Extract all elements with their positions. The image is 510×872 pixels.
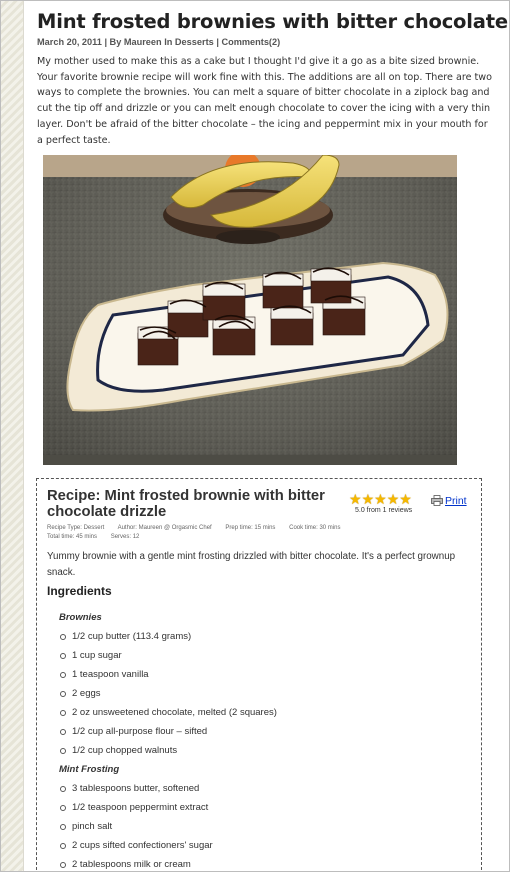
recipe-rating: ★★★★★ Print 5.0 from 1 reviews bbox=[349, 489, 479, 514]
ingredient-item: 1/2 cup all-purpose flour – sifted bbox=[47, 723, 467, 742]
post-title[interactable]: Mint frosted brownies with bitter chocol… bbox=[37, 9, 509, 35]
recipe-type: Recipe Type: Dessert bbox=[47, 525, 105, 531]
ingredient-item: 1/2 cup butter (113.4 grams) bbox=[47, 628, 467, 647]
rating-count: 5.0 from 1 reviews bbox=[355, 507, 413, 514]
post-author: | By Maureen In bbox=[104, 37, 173, 47]
ingredient-group-title: Mint Frosting bbox=[59, 764, 120, 775]
print-link[interactable]: Print bbox=[445, 495, 467, 507]
star-icon: ★ bbox=[386, 492, 400, 508]
category-link[interactable]: Desserts bbox=[175, 37, 214, 47]
post-meta: March 20, 2011 | By Maureen In Desserts … bbox=[37, 37, 505, 47]
ingredients-heading: Ingredients bbox=[47, 584, 112, 598]
ingredient-group-title: Brownies bbox=[59, 612, 102, 623]
ingredient-item: 2 eggs bbox=[47, 685, 467, 704]
ingredient-item: 2 tablespoons milk or cream bbox=[47, 856, 467, 871]
post-intro: My mother used to make this as a cake bu… bbox=[37, 56, 493, 146]
ingredient-item: 1 cup sugar bbox=[47, 647, 467, 666]
left-decorative-strip bbox=[1, 1, 24, 871]
comments-link[interactable]: Comments(2) bbox=[221, 37, 280, 47]
post-content: Mint frosted brownies with bitter chocol… bbox=[31, 1, 509, 871]
total-time: Total time: 45 mins bbox=[47, 534, 98, 540]
ingredients-list: Brownies 1/2 cup butter (113.4 grams) 1 … bbox=[47, 609, 467, 871]
recipe-card: Recipe: Mint frosted brownie with bitter… bbox=[36, 478, 482, 871]
recipe-details: Recipe Type: Dessert Author: Maureen @ O… bbox=[47, 524, 467, 542]
brownies-photo bbox=[43, 155, 457, 465]
print-button[interactable]: Print bbox=[431, 490, 467, 509]
prep-time: Prep time: 15 mins bbox=[225, 525, 276, 531]
ingredient-item: 2 cups sifted confectioners' sugar bbox=[47, 837, 467, 856]
meta-separator: | bbox=[216, 37, 219, 47]
rating-stars[interactable]: ★★★★★ bbox=[349, 489, 412, 508]
brownies-photo-illustration bbox=[43, 155, 457, 465]
page-frame: Mint frosted brownies with bitter chocol… bbox=[0, 0, 510, 872]
star-icon: ★ bbox=[374, 492, 387, 508]
cook-time: Cook time: 30 mins bbox=[289, 525, 341, 531]
printer-icon bbox=[431, 495, 443, 506]
ingredient-item: 1/2 cup chopped walnuts bbox=[47, 742, 467, 761]
serves: Serves: 12 bbox=[110, 534, 140, 540]
ingredient-item: 1/2 teaspoon peppermint extract bbox=[47, 799, 467, 818]
recipe-summary: Yummy brownie with a gentle mint frostin… bbox=[47, 551, 456, 578]
ingredient-item: 1 teaspoon vanilla bbox=[47, 666, 467, 685]
ingredient-item: 2 oz unsweetened chocolate, melted (2 sq… bbox=[47, 704, 467, 723]
ingredient-item: 3 tablespoons butter, softened bbox=[47, 780, 467, 799]
ingredient-item: pinch salt bbox=[47, 818, 467, 837]
recipe-title: Recipe: Mint frosted brownie with bitter… bbox=[47, 488, 325, 520]
recipe-author: Author: Maureen @ Orgasmic Chef bbox=[117, 525, 212, 531]
star-icon: ★ bbox=[399, 492, 412, 508]
star-icon: ★ bbox=[361, 492, 375, 508]
star-icon: ★ bbox=[349, 492, 362, 508]
post-date: March 20, 2011 bbox=[37, 37, 102, 47]
